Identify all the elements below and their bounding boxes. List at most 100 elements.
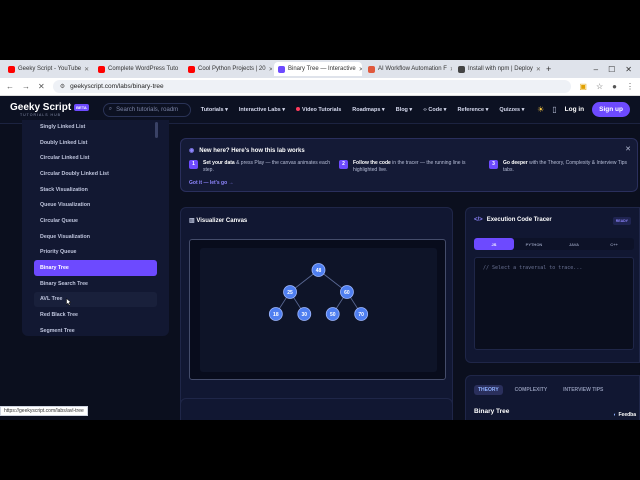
menu-quizzes[interactable]: Quizzes ▾ bbox=[499, 107, 524, 113]
sidebar-item[interactable]: Queue Visualization bbox=[22, 197, 169, 213]
extension-icon[interactable]: ▣ bbox=[579, 82, 587, 91]
forward-icon[interactable]: → bbox=[22, 82, 30, 91]
menu-video-tutorials[interactable]: Video Tutorials bbox=[296, 106, 342, 113]
tab-favicon-icon bbox=[98, 65, 105, 73]
banner-step-3: 3 Go deeper with the Theory, Complexity … bbox=[489, 160, 634, 174]
sidebar-item[interactable]: Circular Queue bbox=[22, 213, 169, 229]
onboarding-icon: ◉ bbox=[189, 148, 195, 154]
main-menu: Tutorials ▾ Interactive Labs ▾ Video Tut… bbox=[201, 106, 524, 113]
sidebar-item[interactable]: Binary Search Tree bbox=[22, 276, 169, 292]
menu-reference[interactable]: Reference ▾ bbox=[457, 107, 488, 113]
login-button[interactable]: Log in bbox=[565, 106, 585, 113]
theme-toggle-sun-icon[interactable]: ☀ bbox=[537, 105, 544, 114]
sidebar-item[interactable]: Stack Visualization bbox=[22, 182, 169, 198]
site-info-icon[interactable]: ⚙ bbox=[60, 83, 65, 90]
theory-tab[interactable]: COMPLEXITY bbox=[511, 385, 552, 395]
profile-icon[interactable]: ● bbox=[612, 82, 617, 91]
step-number: 2 bbox=[339, 160, 348, 169]
menu-tutorials[interactable]: Tutorials ▾ bbox=[201, 107, 228, 113]
sidebar-item[interactable]: Segment Tree bbox=[22, 323, 169, 336]
language-tab[interactable]: PYTHON bbox=[514, 238, 554, 250]
sidebar-item[interactable]: Binary Tree bbox=[34, 260, 157, 276]
menu-blog[interactable]: Blog ▾ bbox=[396, 107, 413, 113]
browser-tab[interactable]: AI Workflow Automation F✕ bbox=[364, 62, 452, 76]
close-window-icon[interactable]: ✕ bbox=[625, 65, 632, 74]
close-tab-icon[interactable]: ✕ bbox=[84, 66, 89, 73]
sidebar-item[interactable]: Circular Linked List bbox=[22, 150, 169, 166]
menu-video-label: Video Tutorials bbox=[302, 106, 342, 113]
bookmarks-icon[interactable]: ▯ bbox=[552, 105, 556, 114]
feedback-button[interactable]: ◐ Feedba bbox=[610, 410, 639, 420]
close-tab-icon[interactable]: ✕ bbox=[269, 66, 272, 73]
back-icon[interactable]: ← bbox=[6, 82, 14, 91]
menu-interactive-labs[interactable]: Interactive Labs ▾ bbox=[239, 107, 285, 113]
address-bar: ← → ✕ ⚙ geekyscript.com/labs/binary-tree… bbox=[0, 78, 640, 96]
browser-tab[interactable]: Binary Tree — Interactive ✕ bbox=[274, 62, 362, 76]
menu-code[interactable]: ‹› Code ▾ bbox=[423, 107, 446, 113]
minimize-icon[interactable]: – bbox=[594, 65, 598, 74]
signup-button[interactable]: Sign up bbox=[592, 102, 630, 117]
live-dot-icon bbox=[296, 106, 301, 111]
feedback-label: Feedba bbox=[618, 412, 636, 418]
sidebar-item[interactable]: Deque Visualization bbox=[22, 229, 169, 245]
brand-tagline: TUTORIALS HUB bbox=[20, 113, 61, 117]
tree-node[interactable]: 60 bbox=[340, 285, 354, 299]
tree-node[interactable]: 48 bbox=[311, 263, 326, 277]
sidebar-item[interactable]: Circular Doubly Linked List bbox=[22, 166, 169, 182]
theory-panel: THEORY COMPLEXITY INTERVIEW TIPS Binary Tr… bbox=[465, 375, 640, 420]
got-it-link[interactable]: Got it — let's go → bbox=[189, 180, 234, 186]
tree-node[interactable]: 70 bbox=[354, 307, 369, 321]
browser-tab[interactable]: Install with npm | Deploy ✕ bbox=[454, 62, 542, 76]
status-bar-url: https://geekyscript.com/labs/avl-tree bbox=[0, 406, 88, 416]
sidebar-scrollbar[interactable] bbox=[155, 122, 158, 138]
tree-node-value: 48 bbox=[316, 268, 322, 274]
close-banner-icon[interactable]: ✕ bbox=[625, 145, 631, 153]
step-bold: Go deeper bbox=[503, 160, 528, 166]
tab-label: Geeky Script - YouTube bbox=[18, 66, 82, 72]
tree-node[interactable]: 18 bbox=[268, 307, 283, 321]
sidebar-item[interactable]: Priority Queue bbox=[22, 245, 169, 261]
sidebar-item[interactable]: Red Black Tree bbox=[22, 307, 169, 323]
language-tab[interactable]: C++ bbox=[594, 238, 634, 250]
url-input[interactable]: ⚙ geekyscript.com/labs/binary-tree bbox=[52, 80, 572, 93]
step-text: Set your data & press Play — the canvas … bbox=[203, 160, 339, 174]
menu-roadmaps[interactable]: Roadmaps ▾ bbox=[352, 107, 384, 113]
close-tab-icon[interactable]: ✕ bbox=[450, 66, 452, 73]
url-text: geekyscript.com/labs/binary-tree bbox=[70, 83, 164, 90]
language-tab[interactable]: JAVA bbox=[554, 238, 594, 250]
sidebar-item[interactable]: Doubly Linked List bbox=[22, 135, 169, 151]
maximize-icon[interactable]: ☐ bbox=[608, 65, 615, 74]
browser-tab[interactable]: Cool Python Projects | 20 ✕ bbox=[184, 62, 272, 76]
visualizer-canvas[interactable]: 48 25 60 18 30 50 70 bbox=[189, 239, 446, 380]
site-logo[interactable]: Geeky Script BETA TUTORIALS HUB bbox=[10, 102, 89, 117]
bookmark-star-icon[interactable]: ☆ bbox=[596, 82, 603, 91]
browser-menu-icon[interactable]: ⋮ bbox=[626, 82, 634, 91]
sidebar-item[interactable]: AVL Tree bbox=[34, 291, 157, 308]
tree-node[interactable]: 30 bbox=[297, 307, 312, 321]
browser-tab[interactable]: Geeky Script - YouTube ✕ bbox=[4, 62, 92, 76]
tab-favicon-icon bbox=[8, 65, 15, 73]
language-tab[interactable]: JS bbox=[474, 238, 514, 250]
close-tab-icon[interactable]: ✕ bbox=[181, 66, 182, 73]
theory-title: Binary Tree bbox=[474, 408, 510, 415]
canvas-area: 48 25 60 18 30 50 70 bbox=[200, 248, 437, 372]
theory-tab[interactable]: THEORY bbox=[474, 385, 503, 395]
close-tab-icon[interactable]: ✕ bbox=[536, 66, 541, 73]
new-tab-button[interactable]: + bbox=[546, 64, 551, 74]
window-controls: – ☐ ✕ bbox=[594, 65, 640, 74]
stop-icon[interactable]: ✕ bbox=[38, 82, 45, 91]
mouse-cursor-icon bbox=[66, 298, 71, 306]
close-tab-icon[interactable]: ✕ bbox=[359, 66, 362, 73]
tree-node[interactable]: 25 bbox=[283, 285, 297, 299]
step-text: Follow the code in the tracer — the runn… bbox=[353, 160, 484, 174]
sidebar-list: Singly Linked List Doubly Linked List Circ… bbox=[22, 120, 169, 336]
sidebar-item[interactable]: Singly Linked List bbox=[22, 120, 169, 135]
chat-icon: ◐ bbox=[613, 412, 617, 418]
tree-node-value: 25 bbox=[287, 290, 293, 296]
browser-tab[interactable]: Complete WordPress Tuto✕ bbox=[94, 62, 182, 76]
theory-tab[interactable]: INTERVIEW TIPS bbox=[559, 385, 607, 395]
visualizer-canvas-panel: ▥ Visualizer Canvas 48 25 60 18 30 50 70 bbox=[180, 207, 453, 420]
tree-node[interactable]: 50 bbox=[325, 307, 340, 321]
banner-title: New here? Here's how this lab works bbox=[199, 147, 305, 154]
site-search-input[interactable]: ⌕ Search tutorials, roadm bbox=[102, 102, 191, 117]
